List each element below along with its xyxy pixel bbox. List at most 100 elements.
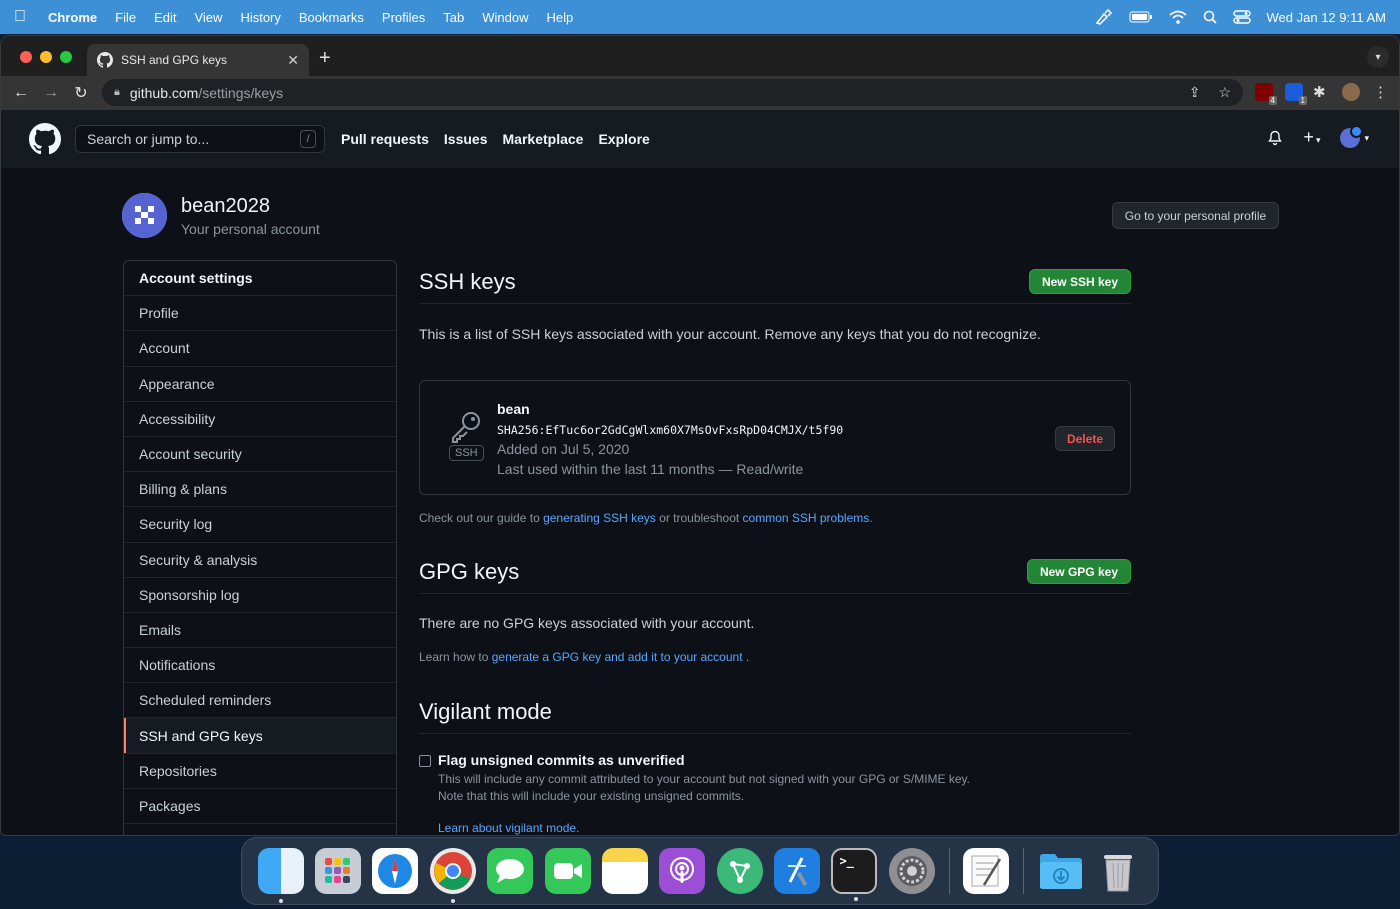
new-tab-icon[interactable]: + — [319, 48, 331, 68]
sidebar-item-billing[interactable]: Billing & plans — [124, 472, 396, 508]
lock-icon[interactable]: 🔒︎ — [114, 86, 120, 99]
sidebar-item-profile[interactable]: Profile — [124, 296, 396, 332]
account-subtitle: Your personal account — [181, 220, 320, 237]
forward-arrow-icon[interactable]: → — [41, 84, 61, 102]
back-arrow-icon[interactable]: ← — [11, 84, 31, 102]
menu-file[interactable]: File — [115, 10, 136, 25]
safari-icon[interactable] — [372, 848, 419, 894]
reload-icon[interactable]: ↻ — [71, 83, 91, 103]
nav-explore[interactable]: Explore — [598, 131, 649, 147]
sidebar-item-scheduled-reminders[interactable]: Scheduled reminders — [124, 683, 396, 719]
sidebar-item-emails[interactable]: Emails — [124, 613, 396, 649]
menubar-clock[interactable]: Wed Jan 12 9:11 AM — [1267, 10, 1386, 25]
profile-avatar-icon[interactable] — [1342, 83, 1360, 101]
apple-menu-icon[interactable]:  — [14, 8, 34, 26]
sidebar-item-packages[interactable]: Packages — [124, 789, 396, 824]
vigilant-mode-checkbox[interactable] — [419, 755, 431, 767]
avatar[interactable] — [122, 193, 167, 238]
new-gpg-key-button[interactable]: New GPG key — [1026, 559, 1131, 584]
address-bar[interactable]: 🔒︎ github.com/settings/keys ⇪ ☆ — [102, 79, 1243, 106]
nav-issues[interactable]: Issues — [444, 131, 488, 147]
nav-marketplace[interactable]: Marketplace — [503, 131, 584, 147]
extensions-puzzle-icon[interactable]: ✱ — [1313, 83, 1331, 101]
go-to-profile-button[interactable]: Go to your personal profile — [1112, 202, 1279, 229]
battery-icon[interactable] — [1129, 11, 1153, 23]
bitwarden-badge: 1 — [1298, 96, 1307, 105]
ssh-section-header: SSH keys New SSH key — [419, 260, 1131, 304]
sidebar-item-sponsorship-log[interactable]: Sponsorship log — [124, 578, 396, 613]
sidebar-item-repositories[interactable]: Repositories — [124, 754, 396, 789]
sidebar-item-account-security[interactable]: Account security — [124, 437, 396, 473]
ublock-extension-icon[interactable]: 4 — [1255, 83, 1277, 105]
notes-icon[interactable] — [601, 848, 648, 894]
url-path: /settings/keys — [198, 84, 284, 101]
xcode-icon[interactable] — [774, 848, 821, 894]
menu-help[interactable]: Help — [547, 10, 574, 25]
vigilant-checkbox-label[interactable]: Flag unsigned commits as unverified — [438, 752, 1038, 768]
notifications-bell-icon[interactable] — [1267, 130, 1283, 146]
podcasts-icon[interactable] — [659, 848, 706, 894]
facetime-icon[interactable] — [544, 848, 591, 894]
terminal-running-dot — [854, 897, 859, 901]
spotlight-search-icon[interactable] — [1203, 10, 1217, 24]
pen-tool-icon[interactable] — [1095, 9, 1113, 25]
active-tab[interactable]: SSH and GPG keys ✕ — [87, 44, 309, 76]
user-menu-chevron-icon[interactable]: ▾ — [1364, 133, 1369, 144]
trash-icon[interactable] — [1095, 848, 1141, 894]
menu-tab[interactable]: Tab — [443, 10, 464, 25]
control-center-icon[interactable] — [1232, 10, 1251, 24]
bookmark-star-icon[interactable]: ☆ — [1218, 84, 1231, 101]
window-controls — [20, 51, 72, 63]
close-window-button[interactable] — [20, 51, 32, 63]
launchpad-icon[interactable] — [315, 848, 362, 894]
sidebar-item-security-analysis[interactable]: Security & analysis — [124, 543, 396, 578]
sidebar-item-appearance[interactable]: Appearance — [124, 367, 396, 402]
terminal-icon[interactable]: >_ — [831, 848, 878, 901]
common-ssh-problems-link[interactable]: common SSH problems — [743, 511, 870, 525]
create-new-plus-icon[interactable]: + ▾ — [1303, 128, 1320, 148]
downloads-folder-icon[interactable] — [1038, 848, 1084, 894]
minimize-window-button[interactable] — [40, 51, 52, 63]
gitkraken-icon[interactable] — [716, 848, 763, 894]
menu-view[interactable]: View — [194, 10, 222, 25]
system-preferences-icon[interactable] — [888, 848, 935, 894]
sidebar-item-notifications[interactable]: Notifications — [124, 648, 396, 684]
bitwarden-extension-icon[interactable]: 1 — [1285, 83, 1307, 105]
generating-ssh-keys-link[interactable]: generating SSH keys — [543, 511, 656, 525]
menu-profiles[interactable]: Profiles — [382, 10, 425, 25]
menu-history[interactable]: History — [240, 10, 280, 25]
ssh-guide-middle: or troubleshoot — [655, 511, 743, 525]
menu-bookmarks[interactable]: Bookmarks — [299, 10, 364, 25]
nav-pull-requests[interactable]: Pull requests — [341, 131, 429, 147]
chrome-icon[interactable] — [429, 848, 476, 903]
sidebar-item-accessibility[interactable]: Accessibility — [124, 402, 396, 437]
vigilant-mode-title: Vigilant mode — [419, 698, 552, 724]
sidebar-item-more[interactable] — [124, 824, 396, 835]
user-avatar-menu[interactable] — [1340, 125, 1364, 148]
close-tab-icon[interactable]: ✕ — [287, 52, 299, 69]
wifi-icon[interactable] — [1168, 10, 1187, 24]
ssh-key-card: SSH bean SHA256:EfTuc6or2GdCgWlxm60X7MsO… — [419, 380, 1131, 495]
chrome-menu-icon[interactable]: ⋮ — [1373, 83, 1391, 101]
menu-edit[interactable]: Edit — [154, 10, 176, 25]
search-input[interactable]: Search or jump to... / — [75, 125, 325, 153]
zoom-window-button[interactable] — [60, 51, 72, 63]
vigilant-learn-link[interactable]: Learn about vigilant mode. — [438, 821, 1038, 835]
settings-sidebar: Account settings Profile Account Appeara… — [123, 260, 397, 835]
sidebar-item-security-log[interactable]: Security log — [124, 507, 396, 543]
finder-icon[interactable] — [257, 848, 304, 903]
sidebar-item-ssh-gpg-keys[interactable]: SSH and GPG keys — [124, 718, 396, 754]
menu-app-name[interactable]: Chrome — [48, 10, 97, 25]
tab-search-chevron-icon[interactable]: ▾ — [1367, 46, 1389, 68]
share-icon[interactable]: ⇪ — [1189, 84, 1201, 101]
sidebar-item-account[interactable]: Account — [124, 331, 396, 367]
new-ssh-key-button[interactable]: New SSH key — [1028, 269, 1131, 294]
generate-gpg-key-link[interactable]: generate a GPG key and add it to your ac… — [492, 650, 743, 664]
textedit-icon[interactable] — [963, 848, 1010, 894]
username[interactable]: bean2028 — [181, 195, 320, 218]
github-logo-icon[interactable] — [29, 123, 61, 155]
menu-window[interactable]: Window — [482, 10, 528, 25]
messages-icon[interactable] — [487, 848, 534, 894]
delete-ssh-key-button[interactable]: Delete — [1054, 426, 1115, 451]
header-actions: + ▾ ▾ — [1267, 125, 1369, 148]
